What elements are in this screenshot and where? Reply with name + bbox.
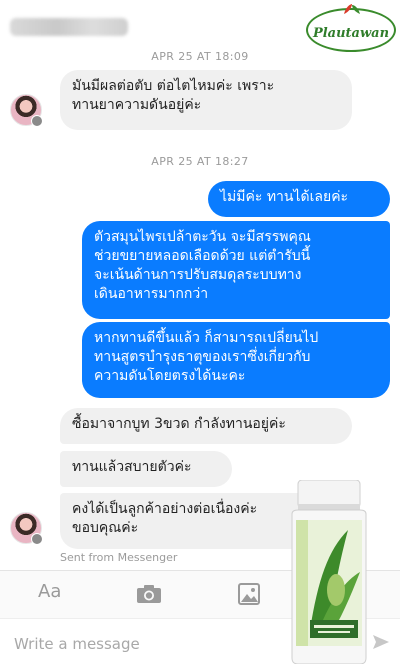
message-line: หากทานดีขึ้นแล้ว ก็สามารถเปลี่ยนไป [94,330,319,346]
brand-logo: Plautawan [306,4,396,52]
message-line: ตัวสมุนไพรเปล้าตะวัน จะมีสรรพคุณ [94,229,311,245]
incoming-message[interactable]: มันมีผลต่อตับ ต่อไตไหมค่ะ เพราะ ทานยาควา… [60,70,352,130]
messenger-badge-icon [31,115,43,127]
messenger-badge-icon [31,533,43,545]
contact-name-blurred [10,18,128,36]
outgoing-message[interactable]: ตัวสมุนไพรเปล้าตะวัน จะมีสรรพคุณ ช่วยขยา… [82,221,390,319]
message-line: ซื้อมาจากบูท 3ขวด กำลังทานอยู่ค่ะ [72,416,286,432]
outgoing-message[interactable]: ไม่มีค่ะ ทานได้เลยค่ะ [208,181,390,217]
camera-icon[interactable] [136,584,162,604]
sent-from-label: Sent from Messenger [60,551,178,564]
send-icon[interactable] [372,633,390,651]
product-bottle-image [291,480,367,664]
conversation-header: Plautawan [0,0,400,52]
message-line: เดินอาหารมากกว่า [94,286,209,302]
message-line: มันมีผลต่อตับ ต่อไตไหมค่ะ เพราะ [72,78,275,94]
message-line: ช่วยขยายหลอดเลือดด้วย แต่ตำรับนี้ [94,248,311,264]
message-line: ขอบคุณค่ะ [72,520,139,536]
message-line: คงได้เป็นลูกค้าอย่างต่อเนื่องค่ะ [72,501,258,517]
avatar[interactable] [10,94,43,127]
message-line: ทานแล้วสบายตัวค่ะ [72,459,192,475]
leaf-icon [344,4,360,14]
message-line: จะเน้นด้านการปรับสมดุลระบบทาง [94,267,302,283]
brand-logo-text: Plautawan [312,25,390,41]
timestamp: APR 25 AT 18:09 [151,50,249,63]
message-line: ทานยาความดันอยู่ค่ะ [72,97,202,113]
incoming-message[interactable]: ซื้อมาจากบูท 3ขวด กำลังทานอยู่ค่ะ [60,408,352,444]
image-icon[interactable] [238,583,260,605]
message-input[interactable]: Write a message [14,635,140,653]
outgoing-message[interactable]: หากทานดีขึ้นแล้ว ก็สามารถเปลี่ยนไป ทานสู… [82,322,390,398]
incoming-message[interactable]: ทานแล้วสบายตัวค่ะ [60,451,232,487]
message-line: ความดันโดยตรงได้นะคะ [94,368,246,384]
message-line: ทานสูตรบำรุงธาตุของเราซึ่งเกี่ยวกับ [94,349,311,365]
text-format-button[interactable]: Aa [38,581,61,602]
avatar[interactable] [10,512,43,545]
timestamp: APR 25 AT 18:27 [151,155,249,168]
message-line: ไม่มีค่ะ ทานได้เลยค่ะ [220,189,349,205]
